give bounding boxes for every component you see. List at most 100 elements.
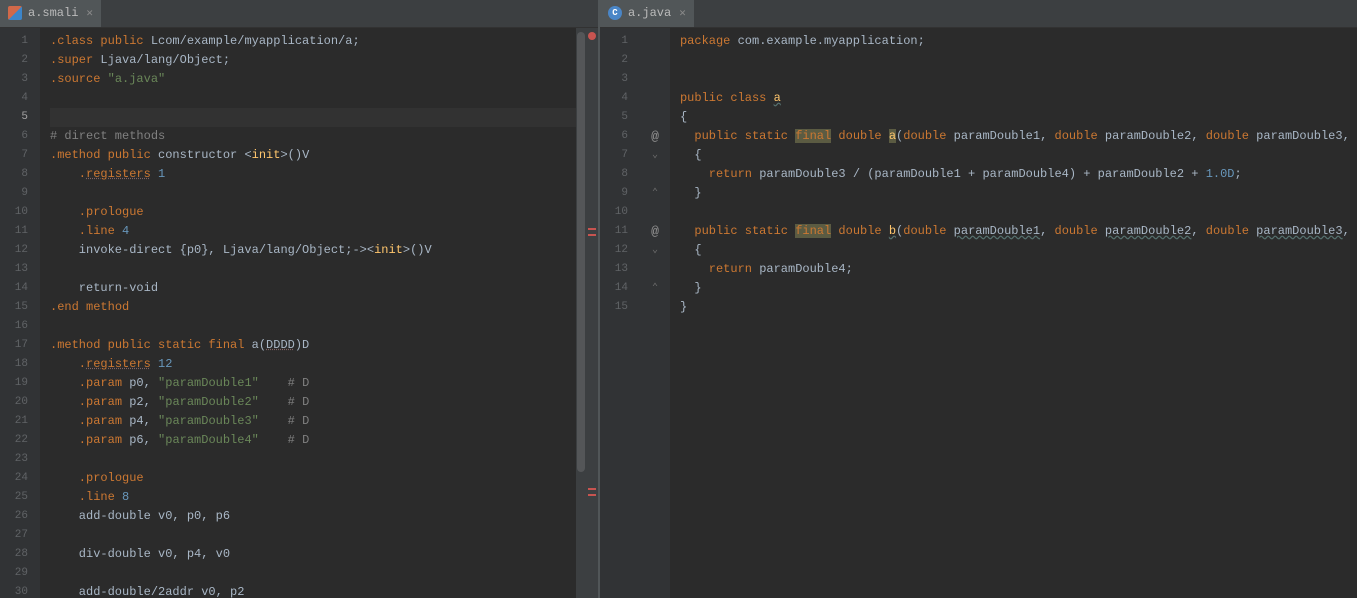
right-fold-gutter[interactable]: @⌄⌃@⌄⌃ — [640, 28, 670, 598]
code-line[interactable]: # direct methods — [50, 127, 598, 146]
line-number: 12 — [600, 241, 640, 260]
code-line[interactable]: add-double/2addr v0, p2 — [50, 583, 598, 598]
code-line[interactable]: .param p0, "paramDouble1" # D — [50, 374, 598, 393]
line-number: 15 — [600, 298, 640, 317]
tab-java[interactable]: C a.java ✕ — [600, 0, 694, 27]
code-line[interactable]: .param p2, "paramDouble2" # D — [50, 393, 598, 412]
code-line[interactable]: .registers 12 — [50, 355, 598, 374]
fold-gutter-icon[interactable]: ⌃ — [640, 184, 670, 203]
close-icon[interactable]: ✕ — [679, 6, 686, 20]
line-number: 28 — [0, 545, 40, 564]
fold-gutter-icon[interactable]: ⌄ — [640, 146, 670, 165]
left-code-area[interactable]: .class public Lcom/example/myapplication… — [40, 28, 598, 598]
code-line[interactable]: { — [680, 108, 1357, 127]
fold-gutter-icon — [640, 89, 670, 108]
close-icon[interactable]: ✕ — [86, 6, 93, 20]
line-number: 22 — [0, 431, 40, 450]
line-number: 14 — [600, 279, 640, 298]
code-line[interactable]: add-double v0, p0, p6 — [50, 507, 598, 526]
code-line[interactable]: .prologue — [50, 469, 598, 488]
line-number: 6 — [600, 127, 640, 146]
java-icon: C — [608, 6, 622, 20]
code-line[interactable]: package com.example.myapplication; — [680, 32, 1357, 51]
override-gutter-icon[interactable]: @ — [640, 127, 670, 146]
code-line[interactable]: .line 8 — [50, 488, 598, 507]
code-line[interactable]: public static final double b(double para… — [680, 222, 1357, 241]
code-line[interactable]: .registers 1 — [50, 165, 598, 184]
code-line[interactable]: { — [680, 241, 1357, 260]
code-line[interactable] — [50, 108, 598, 127]
right-tabbar: C a.java ✕ — [600, 0, 1357, 28]
error-mark[interactable] — [588, 234, 596, 236]
tab-label: a.java — [628, 6, 671, 20]
code-line[interactable] — [680, 203, 1357, 222]
line-number: 13 — [0, 260, 40, 279]
override-gutter-icon[interactable]: @ — [640, 222, 670, 241]
right-gutter: 123456789101112131415 — [600, 28, 640, 598]
code-line[interactable]: return-void — [50, 279, 598, 298]
app-root: a.smali ✕ 123456789101112131415161718192… — [0, 0, 1357, 598]
tab-smali[interactable]: a.smali ✕ — [0, 0, 101, 27]
code-line[interactable]: } — [680, 184, 1357, 203]
code-line[interactable]: .method public constructor <init>()V — [50, 146, 598, 165]
line-number: 4 — [0, 89, 40, 108]
line-number: 2 — [0, 51, 40, 70]
code-line[interactable]: .param p4, "paramDouble3" # D — [50, 412, 598, 431]
code-line[interactable] — [50, 564, 598, 583]
code-line[interactable] — [50, 184, 598, 203]
left-scrollbar[interactable] — [576, 28, 586, 598]
line-number: 10 — [600, 203, 640, 222]
fold-gutter-icon[interactable]: ⌄ — [640, 241, 670, 260]
code-line[interactable] — [50, 526, 598, 545]
code-line[interactable]: .super Ljava/lang/Object; — [50, 51, 598, 70]
line-number: 3 — [600, 70, 640, 89]
line-number: 13 — [600, 260, 640, 279]
line-number: 14 — [0, 279, 40, 298]
code-line[interactable]: public class a — [680, 89, 1357, 108]
code-line[interactable] — [680, 51, 1357, 70]
code-line[interactable]: } — [680, 298, 1357, 317]
code-line[interactable]: } — [680, 279, 1357, 298]
line-number: 11 — [0, 222, 40, 241]
right-code-area[interactable]: package com.example.myapplication; public… — [670, 28, 1357, 598]
left-error-stripe[interactable] — [586, 28, 598, 598]
left-editor[interactable]: 1234567891011121314151617181920212223242… — [0, 28, 598, 598]
code-line[interactable]: .param p6, "paramDouble4" # D — [50, 431, 598, 450]
line-number: 19 — [0, 374, 40, 393]
line-number: 1 — [600, 32, 640, 51]
code-line[interactable]: return paramDouble3 / (paramDouble1 + pa… — [680, 165, 1357, 184]
line-number: 3 — [0, 70, 40, 89]
line-number: 10 — [0, 203, 40, 222]
line-number: 27 — [0, 526, 40, 545]
fold-gutter-icon — [640, 51, 670, 70]
code-line[interactable] — [680, 70, 1357, 89]
code-line[interactable]: .end method — [50, 298, 598, 317]
fold-gutter-icon[interactable]: ⌃ — [640, 279, 670, 298]
code-line[interactable] — [50, 260, 598, 279]
code-line[interactable]: div-double v0, p4, v0 — [50, 545, 598, 564]
error-mark[interactable] — [588, 494, 596, 496]
code-line[interactable]: invoke-direct {p0}, Ljava/lang/Object;->… — [50, 241, 598, 260]
line-number: 24 — [0, 469, 40, 488]
code-line[interactable]: .prologue — [50, 203, 598, 222]
scrollbar-thumb[interactable] — [577, 32, 585, 472]
code-line[interactable]: return paramDouble4; — [680, 260, 1357, 279]
line-number: 17 — [0, 336, 40, 355]
line-number: 11 — [600, 222, 640, 241]
code-line[interactable]: .method public static final a(DDDD)D — [50, 336, 598, 355]
code-line[interactable] — [50, 450, 598, 469]
line-number: 9 — [600, 184, 640, 203]
code-line[interactable] — [50, 89, 598, 108]
code-line[interactable] — [50, 317, 598, 336]
code-line[interactable]: public static final double a(double para… — [680, 127, 1357, 146]
line-number: 26 — [0, 507, 40, 526]
right-editor[interactable]: 123456789101112131415 @⌄⌃@⌄⌃ package com… — [600, 28, 1357, 598]
line-number: 9 — [0, 184, 40, 203]
code-line[interactable]: .line 4 — [50, 222, 598, 241]
code-line[interactable]: .class public Lcom/example/myapplication… — [50, 32, 598, 51]
error-indicator-icon[interactable] — [588, 32, 596, 40]
error-mark[interactable] — [588, 228, 596, 230]
code-line[interactable]: .source "a.java" — [50, 70, 598, 89]
code-line[interactable]: { — [680, 146, 1357, 165]
error-mark[interactable] — [588, 488, 596, 490]
